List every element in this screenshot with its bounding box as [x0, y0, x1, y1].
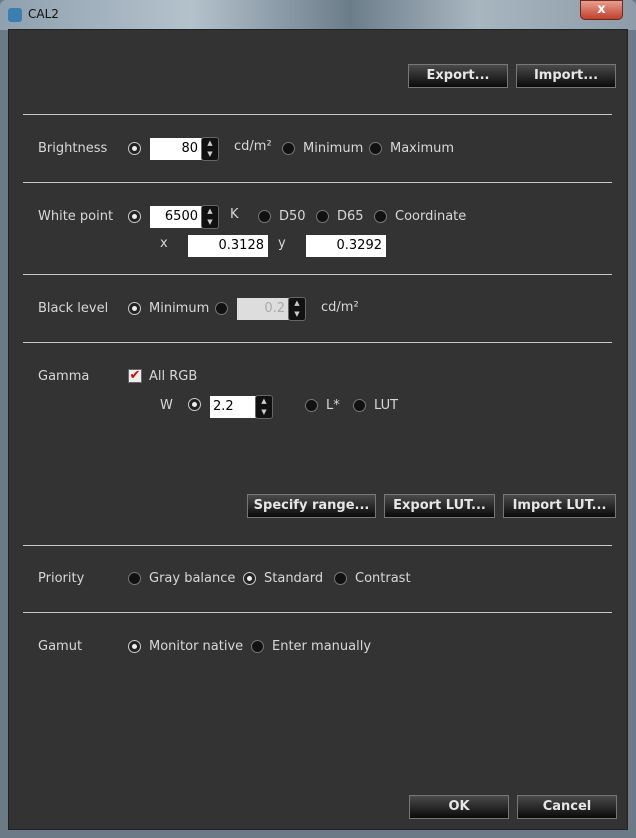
black-level-label: Black level [38, 301, 109, 316]
monitor-native-radio[interactable] [128, 640, 141, 653]
brightness-minimum-label: Minimum [303, 141, 364, 156]
black-level-value-radio[interactable] [215, 302, 228, 315]
black-level-minimum-radio[interactable] [128, 302, 141, 315]
channel-w-label: W [160, 398, 173, 413]
brightness-spinner[interactable]: ▲ ▼ [201, 137, 219, 161]
black-level-input[interactable]: 0.2 [237, 298, 289, 320]
down-arrow-icon[interactable]: ▼ [202, 217, 218, 228]
standard-radio[interactable] [243, 572, 256, 585]
d65-label: D65 [337, 209, 364, 224]
gamma-input[interactable]: 2.2 [210, 396, 256, 418]
lut-radio[interactable] [353, 399, 366, 412]
d50-radio[interactable] [258, 210, 271, 223]
x-label: x [160, 236, 168, 251]
brightness-input[interactable]: 80 [150, 138, 202, 160]
y-coordinate-input[interactable]: 0.3292 [306, 235, 386, 257]
all-rgb-label: All RGB [149, 369, 198, 384]
close-button[interactable]: x [580, 0, 623, 20]
lut-label: LUT [374, 398, 399, 413]
y-label: y [278, 236, 286, 251]
brightness-label: Brightness [38, 141, 108, 156]
import-lut-button[interactable]: Import LUT... [503, 494, 616, 518]
white-point-unit: K [230, 207, 239, 222]
standard-label: Standard [264, 571, 324, 586]
gray-balance-radio[interactable] [128, 572, 141, 585]
white-point-spinner[interactable]: ▲ ▼ [201, 205, 219, 229]
down-arrow-icon[interactable]: ▼ [256, 407, 272, 418]
divider [23, 342, 612, 343]
white-point-input[interactable]: 6500 [150, 206, 202, 228]
gamut-label: Gamut [38, 639, 83, 654]
brightness-unit: cd/m² [234, 139, 272, 154]
divider [23, 274, 612, 275]
cancel-button[interactable]: Cancel [517, 795, 617, 819]
brightness-maximum-label: Maximum [390, 141, 455, 156]
enter-manually-label: Enter manually [272, 639, 372, 654]
l-star-radio[interactable] [305, 399, 318, 412]
gamma-label: Gamma [38, 369, 90, 384]
coordinate-radio[interactable] [374, 210, 387, 223]
app-icon [8, 8, 22, 22]
contrast-label: Contrast [355, 571, 411, 586]
contrast-radio[interactable] [334, 572, 347, 585]
export-button[interactable]: Export... [408, 64, 508, 88]
x-coordinate-input[interactable]: 0.3128 [188, 235, 268, 257]
brightness-minimum-radio[interactable] [282, 142, 295, 155]
d50-label: D50 [279, 209, 306, 224]
priority-label: Priority [38, 571, 85, 586]
ok-button[interactable]: OK [409, 795, 509, 819]
specify-range-button[interactable]: Specify range... [247, 494, 376, 518]
black-level-spinner[interactable]: ▲ ▼ [288, 297, 306, 321]
brightness-maximum-radio[interactable] [369, 142, 382, 155]
enter-manually-radio[interactable] [251, 640, 264, 653]
gray-balance-label: Gray balance [149, 571, 236, 586]
black-level-minimum-label: Minimum [149, 301, 210, 316]
white-point-label: White point [38, 209, 114, 224]
down-arrow-icon[interactable]: ▼ [202, 149, 218, 160]
gamma-spinner[interactable]: ▲ ▼ [255, 395, 273, 419]
gamma-value-radio[interactable] [188, 398, 201, 411]
monitor-native-label: Monitor native [149, 639, 244, 654]
brightness-value-radio[interactable] [128, 142, 141, 155]
divider [23, 545, 612, 546]
l-star-label: L* [326, 398, 340, 413]
black-level-unit: cd/m² [321, 300, 359, 315]
import-button[interactable]: Import... [516, 64, 616, 88]
window-title: CAL2 [28, 7, 59, 21]
up-arrow-icon[interactable]: ▲ [202, 206, 218, 217]
coordinate-label: Coordinate [395, 209, 467, 224]
white-point-value-radio[interactable] [128, 210, 141, 223]
divider [23, 182, 612, 183]
title-bar: CAL2 x [0, 0, 636, 30]
divider [23, 612, 612, 613]
all-rgb-checkbox[interactable]: ✔ [128, 369, 142, 383]
d65-radio[interactable] [316, 210, 329, 223]
up-arrow-icon[interactable]: ▲ [289, 298, 305, 309]
up-arrow-icon[interactable]: ▲ [202, 138, 218, 149]
export-lut-button[interactable]: Export LUT... [384, 494, 495, 518]
divider [23, 114, 612, 115]
up-arrow-icon[interactable]: ▲ [256, 396, 272, 407]
down-arrow-icon[interactable]: ▼ [289, 309, 305, 320]
